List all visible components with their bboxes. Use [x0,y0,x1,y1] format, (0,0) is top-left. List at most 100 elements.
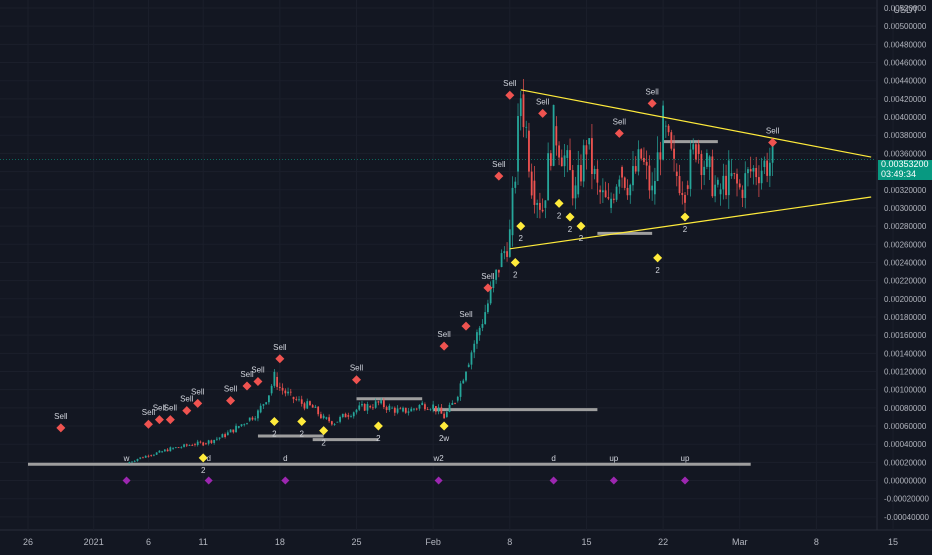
buy-signal-label: 2 [557,211,562,220]
candle-body [626,187,629,196]
candle-body [402,407,404,412]
sell-signal-marker [143,419,153,429]
candle-body [150,455,153,456]
candle-body [388,405,391,411]
candle-body [736,173,738,184]
candle-body [577,165,580,195]
candle-body [522,94,525,128]
price-tick-label: -0.00020000 [884,495,929,504]
candle-body [322,415,325,419]
candle-body [533,180,536,205]
sell-signal-marker [253,377,263,387]
cycle-label: d [551,454,555,463]
candle-body [470,352,473,365]
sell-signal-label: Sell [645,87,659,96]
buy-signal-marker [373,421,383,431]
buy-signal-marker [653,253,663,263]
candle-body [142,457,144,459]
currency-label: USDT [893,5,919,15]
candle-body [207,440,210,444]
candle-body [188,445,191,446]
candle-body [265,402,268,405]
price-tick-label: 0.00300000 [884,204,927,213]
time-tick-label: 22 [658,537,668,547]
candle-body [459,383,462,397]
candle-body [314,406,317,408]
candle-body [172,447,174,449]
sell-signal-label: Sell [224,385,238,394]
sell-signal-marker [768,137,778,147]
sell-signal-label: Sell [459,310,473,319]
price-tick-label: 0.00100000 [884,386,927,395]
candle-body [525,126,528,128]
price-tick-label: 0.00020000 [884,458,927,467]
candle-body [226,432,229,436]
candle-body [369,406,372,408]
candle-body [678,176,681,194]
candle-body [393,407,396,413]
candle-body [328,417,331,422]
time-tick-label: 15 [888,537,898,547]
candle-body [623,177,626,188]
candle-body [205,443,207,445]
sell-signal-label: Sell [503,79,517,88]
price-axis[interactable]: 0.005200000.005000000.004800000.00460000… [0,0,929,530]
candle-body [270,385,273,394]
price-tick-label: 0.00120000 [884,368,927,377]
buy-signal-marker [269,416,279,426]
price-chart[interactable]: 0.00520000 0.00500000 0.00480000 0.00460000… [0,0,932,550]
buy-signal-marker [439,421,449,431]
candle-body [528,130,530,172]
candle-body [199,441,202,443]
sell-signal-label: Sell [251,366,265,375]
candle-body [355,409,358,413]
candle-body [413,408,415,410]
candle-body [158,450,161,453]
price-tick-label: 0.00460000 [884,59,927,68]
candle-body [309,401,311,406]
candle-body [298,399,300,401]
candle-body [467,364,470,367]
sell-signal-label: Sell [350,364,364,373]
candle-body [506,251,508,257]
candle-body [749,169,752,172]
sell-signal-marker [614,128,624,138]
candle-body [243,424,246,426]
candle-body [361,403,363,406]
candle-body [350,416,352,418]
candle-body [755,167,758,178]
candle-body [697,144,700,155]
price-tick-label: -0.00040000 [884,513,929,522]
candle-body [341,413,344,417]
candle-body [306,401,309,409]
candle-body [292,396,295,400]
candle-body [153,454,155,456]
candle-body [404,407,407,413]
sell-signal-marker [193,398,203,408]
candle-body [434,406,437,412]
price-tick-label: 0.00040000 [884,440,927,449]
candle-body [549,153,552,166]
candle-body [311,405,314,408]
price-tick-label: 0.00320000 [884,186,927,195]
candle-body [684,194,686,203]
candle-body [410,408,413,412]
candle-body [161,451,164,453]
buy-signal-label: 2 [579,234,584,243]
candle-body [196,441,199,445]
candle-body [607,197,610,199]
candle-body [730,173,733,177]
chart-canvas[interactable]: 0.005200000.005000000.004800000.00460000… [0,0,932,550]
candle-body [582,145,585,182]
candle-body [155,452,158,455]
candle-body [560,157,563,167]
price-tick-label: 0.00400000 [884,113,927,122]
buy-signal-marker [565,212,575,222]
candle-body [289,391,292,393]
candle-body [330,421,333,425]
candle-body [415,408,418,410]
candle-body [221,434,224,438]
candle-body [445,411,448,417]
time-tick-label: 26 [23,537,33,547]
buy-signal-marker [554,198,564,208]
